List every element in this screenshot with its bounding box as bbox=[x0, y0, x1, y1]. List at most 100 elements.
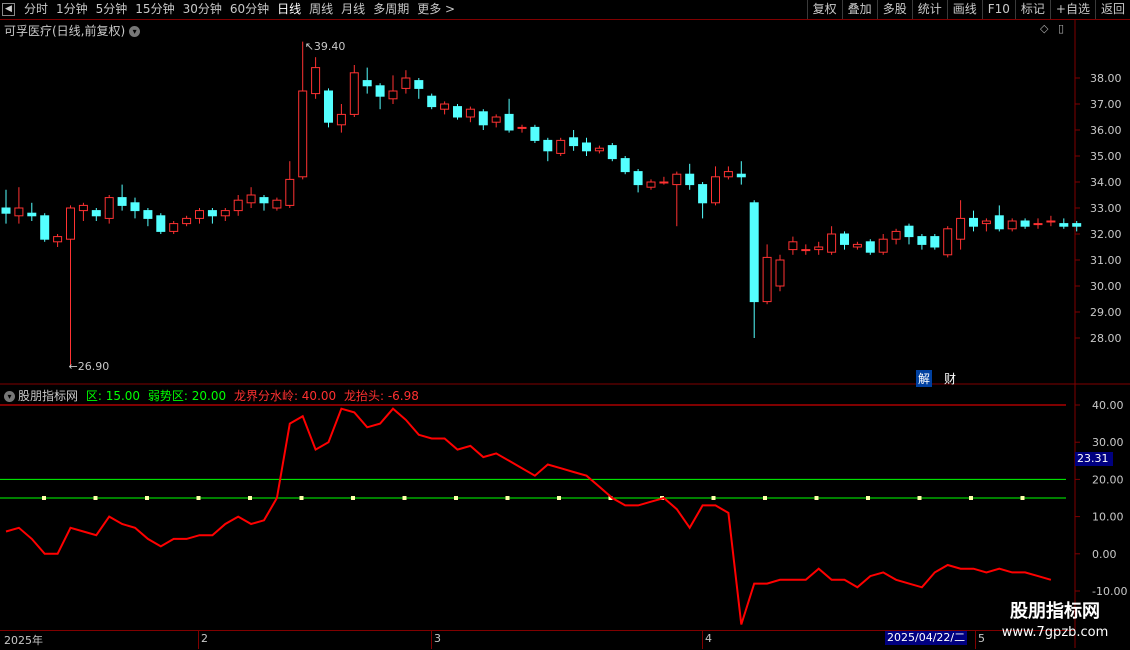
candle-body bbox=[943, 228, 953, 256]
candle-body bbox=[917, 236, 927, 245]
candle-body bbox=[517, 126, 527, 129]
level-marker bbox=[1020, 496, 1025, 500]
candle-body bbox=[530, 126, 540, 141]
candle-body bbox=[478, 111, 488, 126]
level-marker bbox=[299, 496, 304, 500]
candle-body bbox=[182, 217, 192, 225]
candle-body bbox=[620, 158, 630, 173]
high-price-mark: ↖39.40 bbox=[305, 40, 346, 53]
candle-body bbox=[801, 249, 811, 252]
level-marker bbox=[248, 496, 252, 500]
candle-body bbox=[427, 95, 437, 108]
date-tick bbox=[198, 631, 199, 649]
candle-body bbox=[969, 217, 978, 227]
kline-chart[interactable]: 38.00 37.00 36.00 35.00 34.00 33.00 32.00 31.00… bbox=[0, 0, 1130, 650]
date-label-year: 2025年 bbox=[4, 634, 43, 647]
price-axis-label: 29.00 bbox=[1090, 306, 1122, 319]
candle-body bbox=[775, 259, 785, 287]
indicator-item-zone: 区: 15.00 bbox=[85, 389, 141, 403]
level-marker bbox=[42, 496, 46, 500]
candle-body bbox=[878, 238, 888, 253]
candle-body bbox=[27, 212, 37, 217]
level-marker bbox=[969, 496, 973, 500]
indicator-menu-icon[interactable]: ▾ bbox=[4, 391, 15, 402]
low-mark-arrow: ← bbox=[68, 359, 78, 373]
indicator-axis-label: 40.00 bbox=[1092, 399, 1124, 412]
price-axis-label: 33.00 bbox=[1090, 202, 1122, 215]
candle-body bbox=[130, 202, 140, 212]
candle-body bbox=[401, 77, 411, 89]
candle-body bbox=[711, 176, 720, 204]
level-marker bbox=[145, 496, 149, 500]
candle-body bbox=[582, 142, 591, 152]
candle-body bbox=[349, 72, 359, 115]
low-price-mark: ←26.90 bbox=[69, 360, 110, 373]
candle-body bbox=[1020, 220, 1030, 227]
indicator-name[interactable]: 股朋指标网 bbox=[18, 389, 78, 403]
watermark-url: www.7gpzb.com bbox=[1001, 625, 1109, 640]
date-label-feb: 2 bbox=[201, 632, 208, 645]
candle-body bbox=[607, 145, 617, 160]
candle-body bbox=[723, 171, 733, 178]
indicator-axis-label: 0.00 bbox=[1092, 548, 1117, 561]
candle-body bbox=[285, 178, 295, 206]
indicator-item-dragon: 龙抬头: -6.98 bbox=[343, 389, 419, 403]
candle-body bbox=[852, 243, 862, 248]
candle-body bbox=[207, 210, 217, 217]
candle-body bbox=[1033, 223, 1043, 226]
finance-tag-cai[interactable]: 财 bbox=[942, 370, 958, 387]
candle-body bbox=[220, 210, 230, 217]
level-marker bbox=[93, 496, 98, 500]
candle-body bbox=[762, 256, 772, 303]
candle-body bbox=[336, 113, 346, 126]
candle-body bbox=[1007, 220, 1017, 230]
candle-body bbox=[556, 139, 566, 154]
candle-body bbox=[91, 210, 101, 217]
candle-body bbox=[195, 210, 204, 219]
price-axis-label: 28.00 bbox=[1090, 332, 1122, 345]
candle-body bbox=[169, 223, 179, 232]
candle-body bbox=[78, 204, 88, 212]
date-label-may: 5 bbox=[978, 632, 985, 645]
candle-body bbox=[272, 199, 282, 209]
price-axis-label: 32.00 bbox=[1090, 228, 1122, 241]
candle-body bbox=[788, 241, 798, 251]
price-axis-label: 34.00 bbox=[1090, 176, 1122, 189]
candle-body bbox=[827, 233, 837, 253]
high-mark-arrow: ↖ bbox=[304, 39, 314, 53]
candle-body bbox=[698, 184, 708, 204]
candle-body bbox=[117, 197, 127, 206]
candle-body bbox=[14, 207, 24, 217]
candle-body bbox=[749, 202, 759, 303]
level-marker bbox=[917, 496, 922, 500]
candle-body bbox=[491, 116, 501, 123]
indicator-line bbox=[5, 407, 1052, 625]
candle-body bbox=[659, 181, 669, 184]
candle-body bbox=[865, 241, 875, 253]
candle-body bbox=[453, 106, 462, 118]
candle-body bbox=[414, 80, 424, 89]
candle-body bbox=[440, 103, 450, 110]
level-marker bbox=[454, 496, 458, 500]
candle-body bbox=[569, 137, 579, 147]
candle-body bbox=[53, 236, 63, 243]
candle-body bbox=[994, 215, 1004, 230]
candle-body bbox=[904, 225, 914, 238]
indicator-title: ▾ 股朋指标网 区: 15.00 弱势区: 20.00 龙界分水岭: 40.00 … bbox=[4, 387, 419, 404]
low-mark-value: 26.90 bbox=[77, 359, 110, 373]
finance-tag-jie[interactable]: 解 bbox=[916, 370, 933, 387]
indicator-levels bbox=[0, 404, 1066, 500]
level-marker bbox=[763, 496, 767, 500]
level-marker bbox=[196, 496, 201, 500]
price-axis-label: 31.00 bbox=[1090, 254, 1122, 267]
price-axis-label: 35.00 bbox=[1090, 150, 1122, 163]
candle-body bbox=[104, 197, 114, 219]
candle-body bbox=[685, 173, 695, 186]
candle-body bbox=[156, 215, 166, 232]
date-label-mar: 3 bbox=[434, 632, 441, 645]
candle-body bbox=[298, 90, 308, 178]
candle-body bbox=[646, 181, 656, 188]
level-marker bbox=[557, 496, 561, 500]
candle-body bbox=[633, 171, 643, 186]
candle-body bbox=[66, 207, 75, 240]
